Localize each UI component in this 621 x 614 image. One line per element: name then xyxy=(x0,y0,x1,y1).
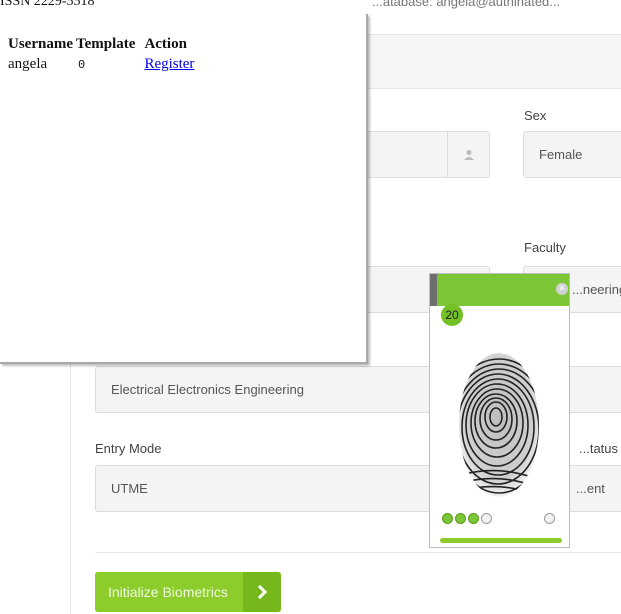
initialize-biometrics-label: Initialize Biometrics xyxy=(108,584,228,600)
register-link[interactable]: Register xyxy=(144,56,194,72)
form-divider xyxy=(95,552,621,553)
capture-dot xyxy=(544,513,555,524)
entry-mode-value: UTME xyxy=(111,481,148,496)
close-icon[interactable]: ✕ xyxy=(556,283,568,295)
table-row: angela 0 Register xyxy=(8,53,197,73)
page-header: ISSN 2229-5518 ...atabase: angela@authin… xyxy=(0,0,621,14)
capture-progress-dots xyxy=(442,513,492,524)
department-value: Electrical Electronics Engineering xyxy=(111,382,304,397)
capture-dot xyxy=(455,513,466,524)
fingerprint-widget-handle[interactable] xyxy=(430,274,437,306)
faculty-label: Faculty xyxy=(524,240,566,255)
username-cell: angela xyxy=(8,56,48,72)
url-fragment: ...atabase: angela@authinated... xyxy=(372,0,561,9)
column-header-template: Template xyxy=(75,36,136,52)
fingerprint-widget-header xyxy=(430,274,569,306)
template-cell: 0 xyxy=(77,57,86,72)
column-header-action: Action xyxy=(144,36,187,52)
user-icon xyxy=(447,131,489,178)
capture-progress-bar xyxy=(440,538,562,543)
action-cell: Register xyxy=(138,53,197,73)
entry-mode-label: Entry Mode xyxy=(95,441,162,456)
sex-label: Sex xyxy=(524,108,547,123)
template-table: Username Template Action angela 0 Regist… xyxy=(8,36,197,73)
capture-dot xyxy=(481,513,492,524)
capture-dot xyxy=(442,513,453,524)
template-popup-window: Username Template Action angela 0 Regist… xyxy=(0,14,368,364)
fingerprint-capture-widget: ✕ 20 xyxy=(429,273,570,548)
sex-value: Female xyxy=(539,147,583,162)
faculty-value: ...neering xyxy=(572,282,621,297)
capture-dot xyxy=(468,513,479,524)
capture-progress-fill xyxy=(440,538,562,543)
chevron-right-icon xyxy=(242,572,281,612)
sex-select[interactable]: Female xyxy=(523,131,621,178)
table-header-row: Username Template Action xyxy=(8,36,197,53)
issn-text: ISSN 2229-5518 xyxy=(0,0,95,9)
status-value: ...ent xyxy=(576,481,605,496)
status-label: ...tatus xyxy=(579,441,619,456)
fingerprint-image xyxy=(459,353,539,497)
column-header-username: Username xyxy=(8,36,73,52)
capture-count-badge: 20 xyxy=(441,304,463,326)
initialize-biometrics-button[interactable]: Initialize Biometrics xyxy=(95,572,281,612)
